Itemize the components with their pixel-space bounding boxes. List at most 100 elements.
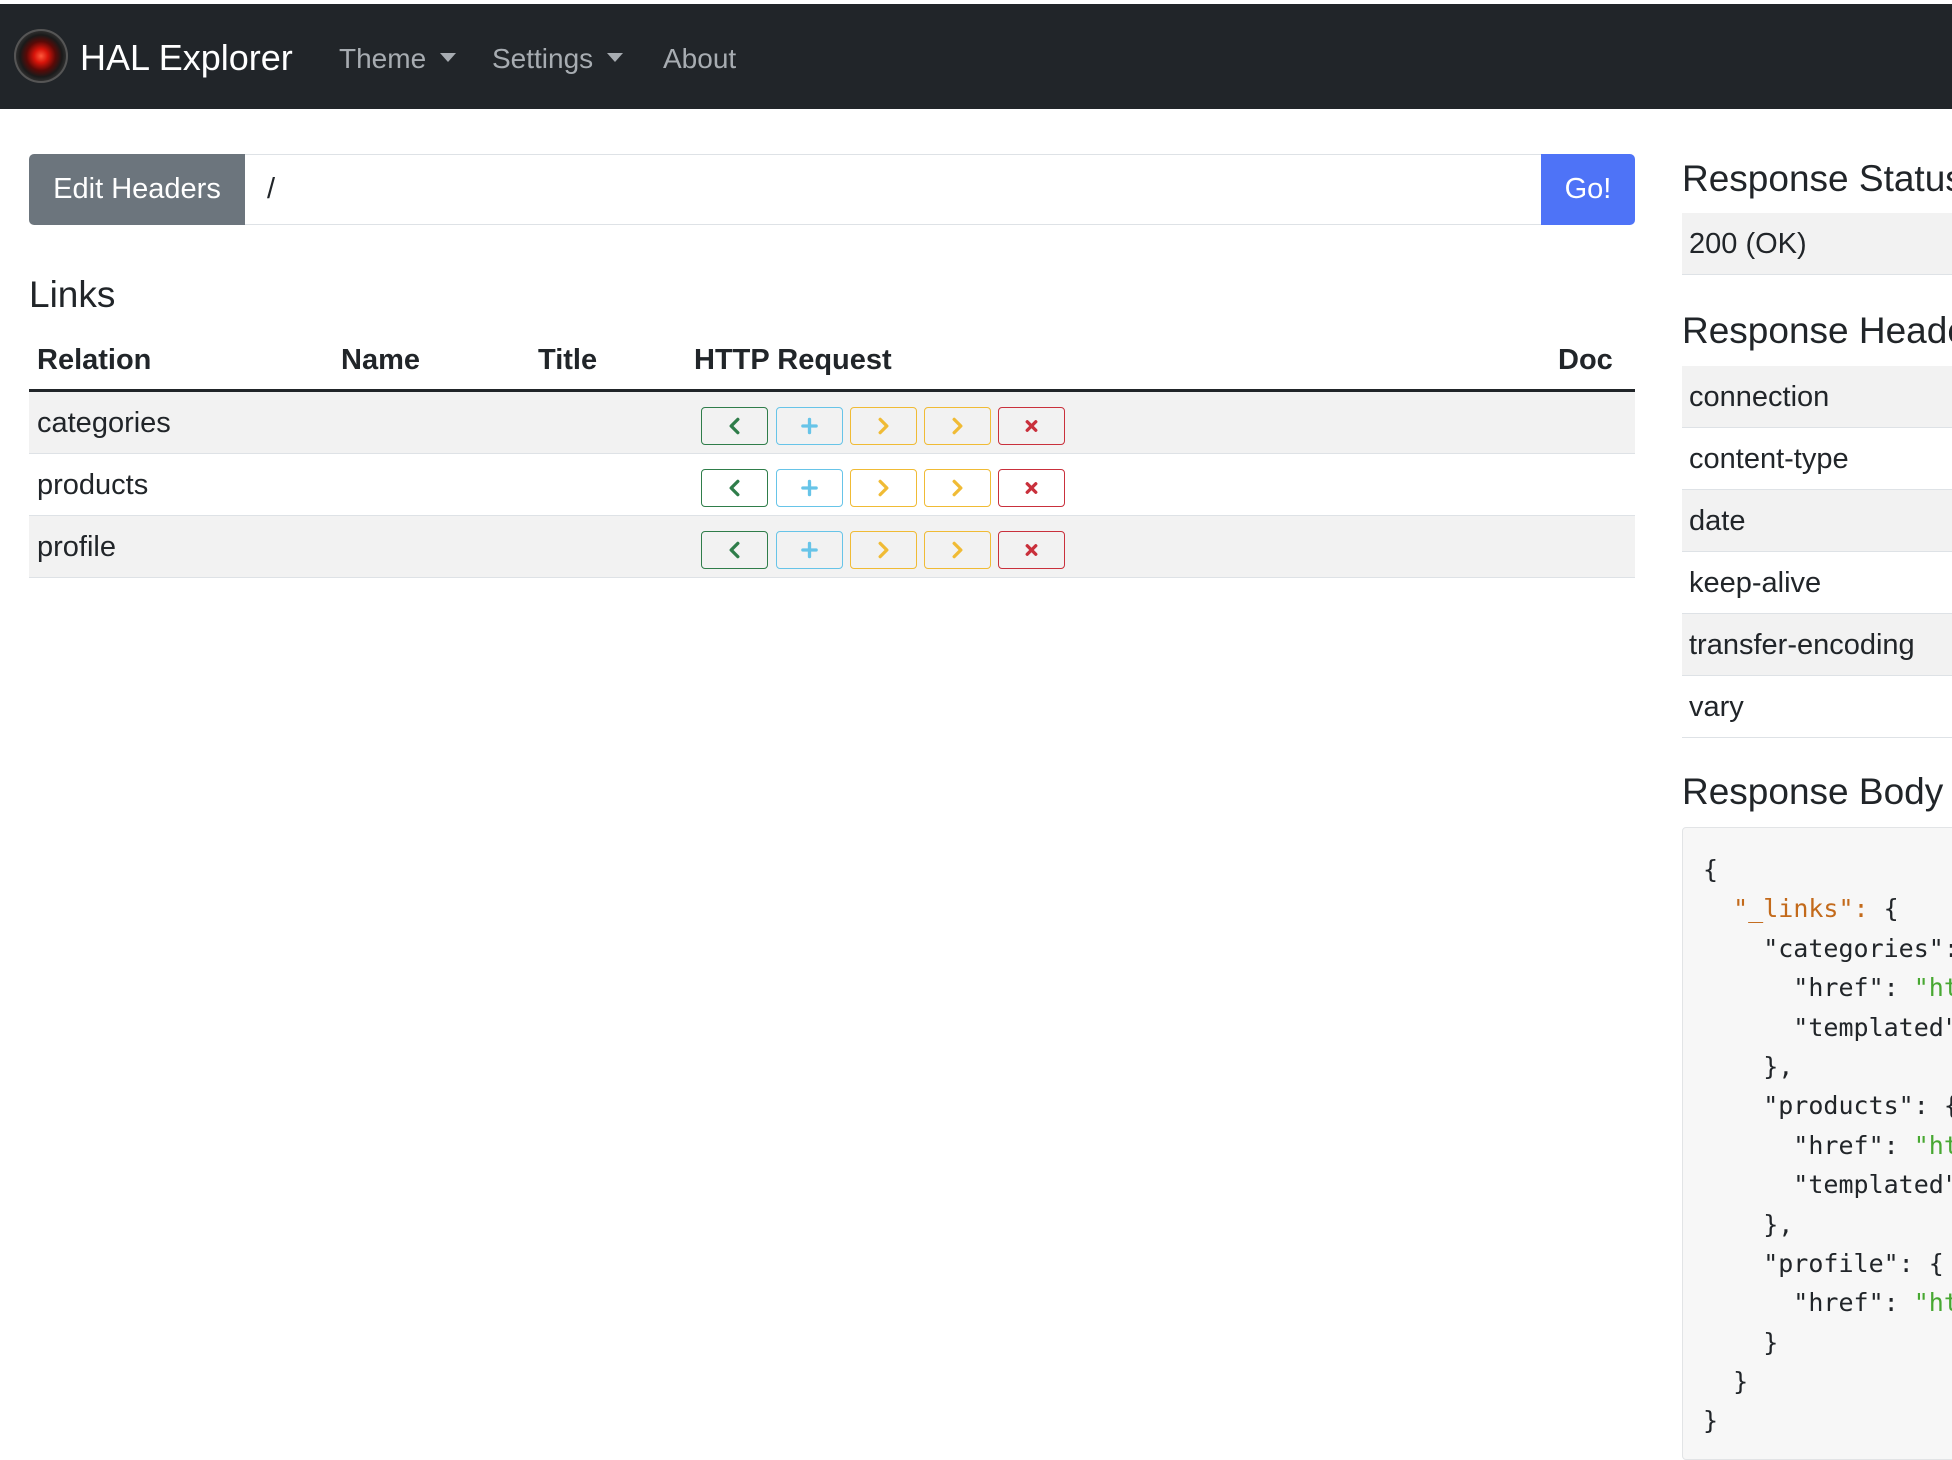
response-header-row: keep-alive bbox=[1682, 552, 1952, 614]
code-token: "templated": true bbox=[1793, 1170, 1952, 1200]
code-line: "href": "http://localhost:8080/products{… bbox=[1703, 1126, 1952, 1165]
column-header-name: Name bbox=[341, 344, 420, 376]
code-token: } bbox=[1703, 1367, 1749, 1397]
get-button[interactable] bbox=[701, 407, 768, 445]
chevron-left-icon bbox=[729, 417, 740, 435]
plus-icon bbox=[801, 417, 818, 435]
patch-button[interactable] bbox=[924, 469, 991, 507]
code-token: "href": bbox=[1703, 973, 1914, 1003]
post-button[interactable] bbox=[776, 469, 843, 507]
edit-headers-button[interactable]: Edit Headers bbox=[29, 154, 245, 225]
uri-input[interactable]: / bbox=[245, 154, 1541, 225]
code-token: "http://localhost:8080/profile" bbox=[1913, 1288, 1952, 1318]
header-name: content-type bbox=[1689, 443, 1849, 475]
code-token: "href": bbox=[1703, 1288, 1914, 1318]
table-row-profile: profile bbox=[29, 516, 1635, 578]
get-button[interactable] bbox=[701, 531, 768, 569]
chevron-left-icon bbox=[729, 541, 740, 559]
links-heading: Links bbox=[29, 274, 116, 315]
header-name: keep-alive bbox=[1689, 567, 1822, 599]
chevron-right-icon bbox=[952, 479, 963, 497]
code-token: } bbox=[1703, 1327, 1779, 1357]
code-line: "href": "http://localhost:8080/profile" bbox=[1703, 1283, 1952, 1322]
put-button[interactable] bbox=[850, 531, 917, 569]
nav-settings-dropdown[interactable]: Settings bbox=[492, 42, 624, 76]
response-header-row: date bbox=[1682, 490, 1952, 552]
column-header-doc: Doc bbox=[1558, 344, 1613, 376]
delete-button[interactable] bbox=[998, 407, 1065, 445]
code-line: }, bbox=[1703, 1205, 1952, 1244]
response-status-value: 200 (OK) bbox=[1689, 228, 1807, 260]
code-token: }, bbox=[1703, 1209, 1794, 1239]
code-token: } bbox=[1703, 1406, 1719, 1436]
code-line: "products": { bbox=[1703, 1086, 1952, 1125]
code-line: } bbox=[1703, 1401, 1952, 1440]
relation-cell: categories bbox=[37, 407, 171, 439]
column-header-http-request: HTTP Request bbox=[694, 344, 892, 376]
code-line: }, bbox=[1703, 1047, 1952, 1086]
delete-button[interactable] bbox=[998, 531, 1065, 569]
code-token: "href": bbox=[1703, 1130, 1914, 1160]
code-token: { bbox=[1868, 894, 1899, 924]
column-header-relation: Relation bbox=[37, 344, 152, 376]
caret-down-icon bbox=[607, 53, 624, 62]
patch-button[interactable] bbox=[924, 407, 991, 445]
nav-settings-label: Settings bbox=[492, 43, 594, 74]
relation-cell: profile bbox=[37, 531, 116, 563]
plus-icon bbox=[801, 541, 818, 559]
header-name: transfer-encoding bbox=[1689, 629, 1915, 661]
code-token: "templated": true bbox=[1793, 1012, 1952, 1042]
delete-button[interactable] bbox=[998, 469, 1065, 507]
header-name: connection bbox=[1689, 381, 1830, 413]
post-button[interactable] bbox=[776, 531, 843, 569]
response-headers-heading: Response Headers bbox=[1682, 310, 1952, 351]
put-button[interactable] bbox=[850, 407, 917, 445]
chevron-left-icon bbox=[729, 479, 740, 497]
response-header-row: content-type bbox=[1682, 428, 1952, 490]
header-name: vary bbox=[1689, 691, 1744, 723]
uri-input-group: Edit Headers / Go! bbox=[29, 154, 1635, 225]
nav-theme-label: Theme bbox=[339, 43, 427, 74]
put-button[interactable] bbox=[850, 469, 917, 507]
nav-theme-dropdown[interactable]: Theme bbox=[339, 42, 457, 76]
code-line: { bbox=[1703, 850, 1952, 889]
code-token: "products": { bbox=[1703, 1091, 1952, 1121]
code-token: "categories": { bbox=[1763, 933, 1952, 963]
code-token: "http://localhost:8080/categories{?page,… bbox=[1913, 973, 1952, 1003]
response-body-panel[interactable]: { "_links": { "categories": { "href": "h… bbox=[1682, 827, 1952, 1460]
caret-down-icon bbox=[440, 53, 457, 62]
response-header-row: vary bbox=[1682, 676, 1952, 738]
chevron-right-icon bbox=[878, 541, 889, 559]
code-line: "profile": { bbox=[1703, 1244, 1952, 1283]
code-token: "profile": { bbox=[1703, 1248, 1944, 1278]
go-button[interactable]: Go! bbox=[1541, 154, 1635, 225]
code-line: "templated": true bbox=[1703, 1165, 1952, 1204]
chevron-right-icon bbox=[952, 417, 963, 435]
hal-logo-icon[interactable] bbox=[14, 29, 68, 83]
code-line: } bbox=[1703, 1323, 1952, 1362]
table-row-products: products bbox=[29, 454, 1635, 516]
response-body-heading: Response Body bbox=[1682, 771, 1944, 812]
code-line: "templated": true bbox=[1703, 1008, 1952, 1047]
brand-title[interactable]: HAL Explorer bbox=[80, 36, 293, 80]
code-line: "href": "http://localhost:8080/categorie… bbox=[1703, 968, 1952, 1007]
x-icon bbox=[1025, 544, 1038, 556]
post-button[interactable] bbox=[776, 407, 843, 445]
header-name: date bbox=[1689, 505, 1746, 537]
column-header-title: Title bbox=[538, 344, 598, 376]
code-line: "_links": { bbox=[1703, 889, 1952, 928]
code-line: "categories": { bbox=[1703, 929, 1952, 968]
code-line: } bbox=[1703, 1362, 1952, 1401]
patch-button[interactable] bbox=[924, 531, 991, 569]
navbar: HAL Explorer Theme Settings About bbox=[0, 4, 1952, 109]
plus-icon bbox=[801, 479, 818, 497]
response-status-heading: Response Status bbox=[1682, 158, 1952, 199]
get-button[interactable] bbox=[701, 469, 768, 507]
x-icon bbox=[1025, 420, 1038, 432]
x-icon bbox=[1025, 482, 1038, 494]
response-status-row: 200 (OK) bbox=[1682, 213, 1952, 275]
nav-about-link[interactable]: About bbox=[663, 42, 736, 76]
chevron-right-icon bbox=[878, 479, 889, 497]
relation-cell: products bbox=[37, 469, 149, 501]
